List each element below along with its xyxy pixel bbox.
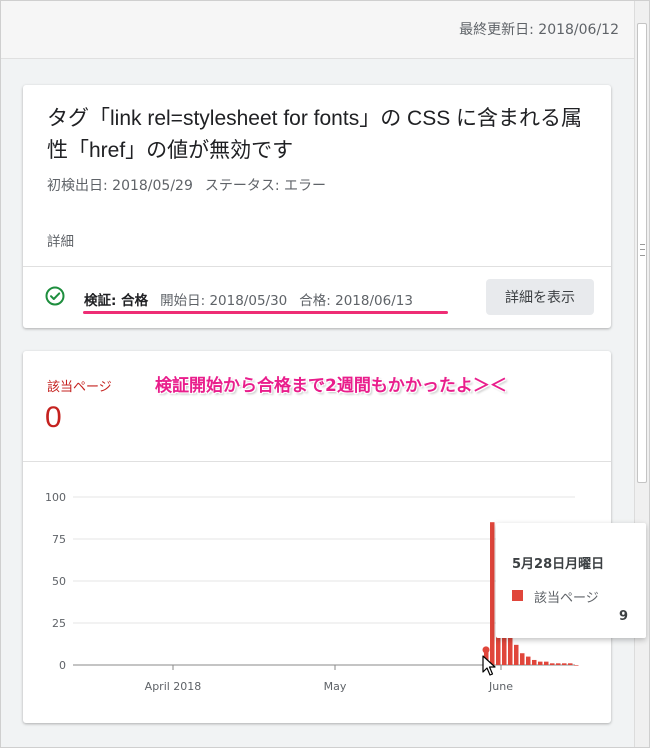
tooltip-series-swatch [512,590,523,601]
chart-bar [574,665,579,666]
last-updated: 最終更新日: 2018/06/12 [459,22,619,38]
affected-pages-label: 該当ページ [47,380,112,395]
chart-bar [532,659,537,665]
chart-bar [544,661,549,665]
highlight-underline [83,311,448,314]
chart-bar [538,661,543,665]
top-bar: 最終更新日: 2018/06/12 [1,1,635,59]
y-tick-label: 50 [52,575,66,588]
tooltip-date: 5月28日月曜日 [512,557,605,572]
tooltip-value: 9 [618,609,628,624]
issue-card: タグ「link rel=stylesheet for fonts」の CSS に… [23,85,611,328]
affected-pages-count: 0 [45,401,62,434]
divider [23,461,611,462]
y-tick-label: 25 [52,617,66,630]
chart-bar [520,653,525,665]
status: ステータス: エラー [204,178,327,194]
chart-bar [562,663,567,665]
issue-meta: 初検出日: 2018/05/29 ステータス: エラー [47,175,338,195]
chart-bar [514,644,519,665]
y-tick-label: 75 [52,533,66,546]
tooltip-series-label: 該当ページ [534,591,599,606]
y-tick-label: 100 [45,491,66,504]
search-console-window: 最終更新日: 2018/06/12 タグ「link rel=stylesheet… [0,0,650,748]
validation-started: 開始日: 2018/05/30 [160,293,288,309]
chart-bar [556,663,561,665]
details-label: 詳細 [47,234,74,250]
x-tick-label: May [324,680,347,693]
validation-status: 検証: 合格 [84,293,149,309]
x-tick-label: June [488,680,513,693]
scrollbar-thumb[interactable] [637,23,647,483]
first-detected: 初検出日: 2018/05/29 [47,178,193,194]
chart-tooltip: 5月28日月曜日 該当ページ 9 [496,523,646,638]
chart-bar [526,656,531,665]
chart-bar [568,663,573,665]
x-tick-label: April 2018 [145,680,202,693]
mouse-cursor-icon [482,655,496,676]
chart-bar [490,522,495,665]
chart-bar [550,663,555,665]
annotation-text: 検証開始から合格まで2週間もかかったよ＞＜ [155,376,507,396]
validation-passed: 合格: 2018/06/13 [299,293,413,309]
scrollbar-grip-icon [640,244,645,256]
check-circle-icon [45,286,65,306]
validation-row: 検証: 合格 開始日: 2018/05/30 合格: 2018/06/13 [84,289,413,309]
show-details-button[interactable]: 詳細を表示 [486,279,594,315]
y-tick-label: 0 [59,659,66,672]
divider [23,266,611,267]
issue-title: タグ「link rel=stylesheet for fonts」の CSS に… [47,107,583,162]
